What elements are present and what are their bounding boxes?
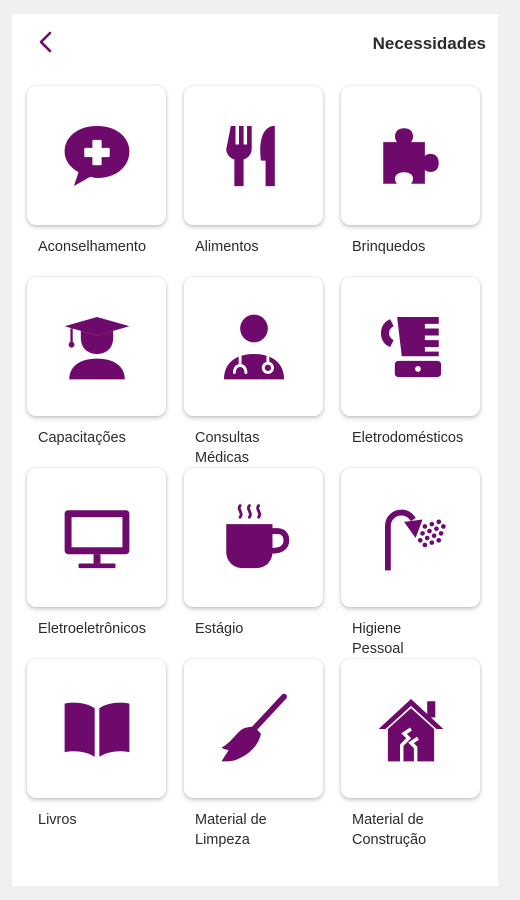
item-aconselhamento[interactable]: Aconselhamento [27, 86, 166, 277]
header: Necessidades [12, 14, 498, 76]
tile[interactable] [27, 659, 166, 798]
item-label: Consultas Médicas [195, 430, 260, 466]
item-eletrodomesticos[interactable]: Eletrodomésticos [341, 277, 480, 468]
item-label: Material de Construção [352, 812, 427, 848]
tile[interactable] [184, 659, 323, 798]
item-label: Alimentos [195, 239, 259, 255]
item-label: Material de Limpeza [195, 812, 267, 848]
tile[interactable] [27, 277, 166, 416]
tile[interactable] [27, 468, 166, 607]
tile[interactable] [184, 468, 323, 607]
coffee-cup-icon [225, 503, 289, 568]
item-label: Livros [38, 812, 77, 828]
app-screen: Necessidades Aconselhamento Alimentos Br… [12, 14, 498, 886]
tile[interactable] [341, 659, 480, 798]
item-estagio[interactable]: Estágio [184, 468, 323, 659]
item-label: Capacitações [38, 430, 126, 446]
item-higiene-pessoal[interactable]: Higiene Pessoal [341, 468, 480, 659]
fork-knife-icon [225, 125, 275, 186]
item-label: Aconselhamento [38, 239, 147, 255]
doctor-icon [223, 314, 284, 379]
needs-grid: Aconselhamento Alimentos Brinquedos Capa… [27, 86, 480, 850]
tile[interactable] [184, 277, 323, 416]
item-label: Eletroeletrônicos [38, 621, 146, 637]
item-eletroeletronicos[interactable]: Eletroeletrônicos [27, 468, 166, 659]
broom-icon [221, 693, 287, 761]
item-material-limpeza[interactable]: Material de Limpeza [184, 659, 323, 850]
house-icon [378, 698, 443, 761]
item-label: Estágio [195, 621, 244, 637]
item-livros[interactable]: Livros [27, 659, 166, 850]
back-button[interactable] [34, 30, 58, 54]
blender-icon [380, 316, 441, 377]
item-label: Higiene Pessoal [352, 621, 404, 657]
item-label: Eletrodomésticos [352, 430, 464, 446]
monitor-icon [64, 509, 129, 568]
item-label: Brinquedos [352, 239, 426, 255]
item-brinquedos[interactable]: Brinquedos [341, 86, 480, 277]
chat-plus-icon [64, 125, 129, 186]
book-icon [64, 702, 129, 757]
tile[interactable] [184, 86, 323, 225]
page-title: Necessidades [372, 34, 486, 53]
item-capacitacoes[interactable]: Capacitações [27, 277, 166, 468]
shower-icon [384, 509, 446, 570]
chevron-left-icon [39, 31, 52, 53]
tile[interactable] [27, 86, 166, 225]
item-material-construcao[interactable]: Material de Construção [341, 659, 480, 850]
puzzle-icon [382, 127, 439, 184]
tile[interactable] [341, 277, 480, 416]
tile[interactable] [341, 468, 480, 607]
item-alimentos[interactable]: Alimentos [184, 86, 323, 277]
graduate-icon [64, 316, 129, 379]
item-consultas-medicas[interactable]: Consultas Médicas [184, 277, 323, 468]
tile[interactable] [341, 86, 480, 225]
